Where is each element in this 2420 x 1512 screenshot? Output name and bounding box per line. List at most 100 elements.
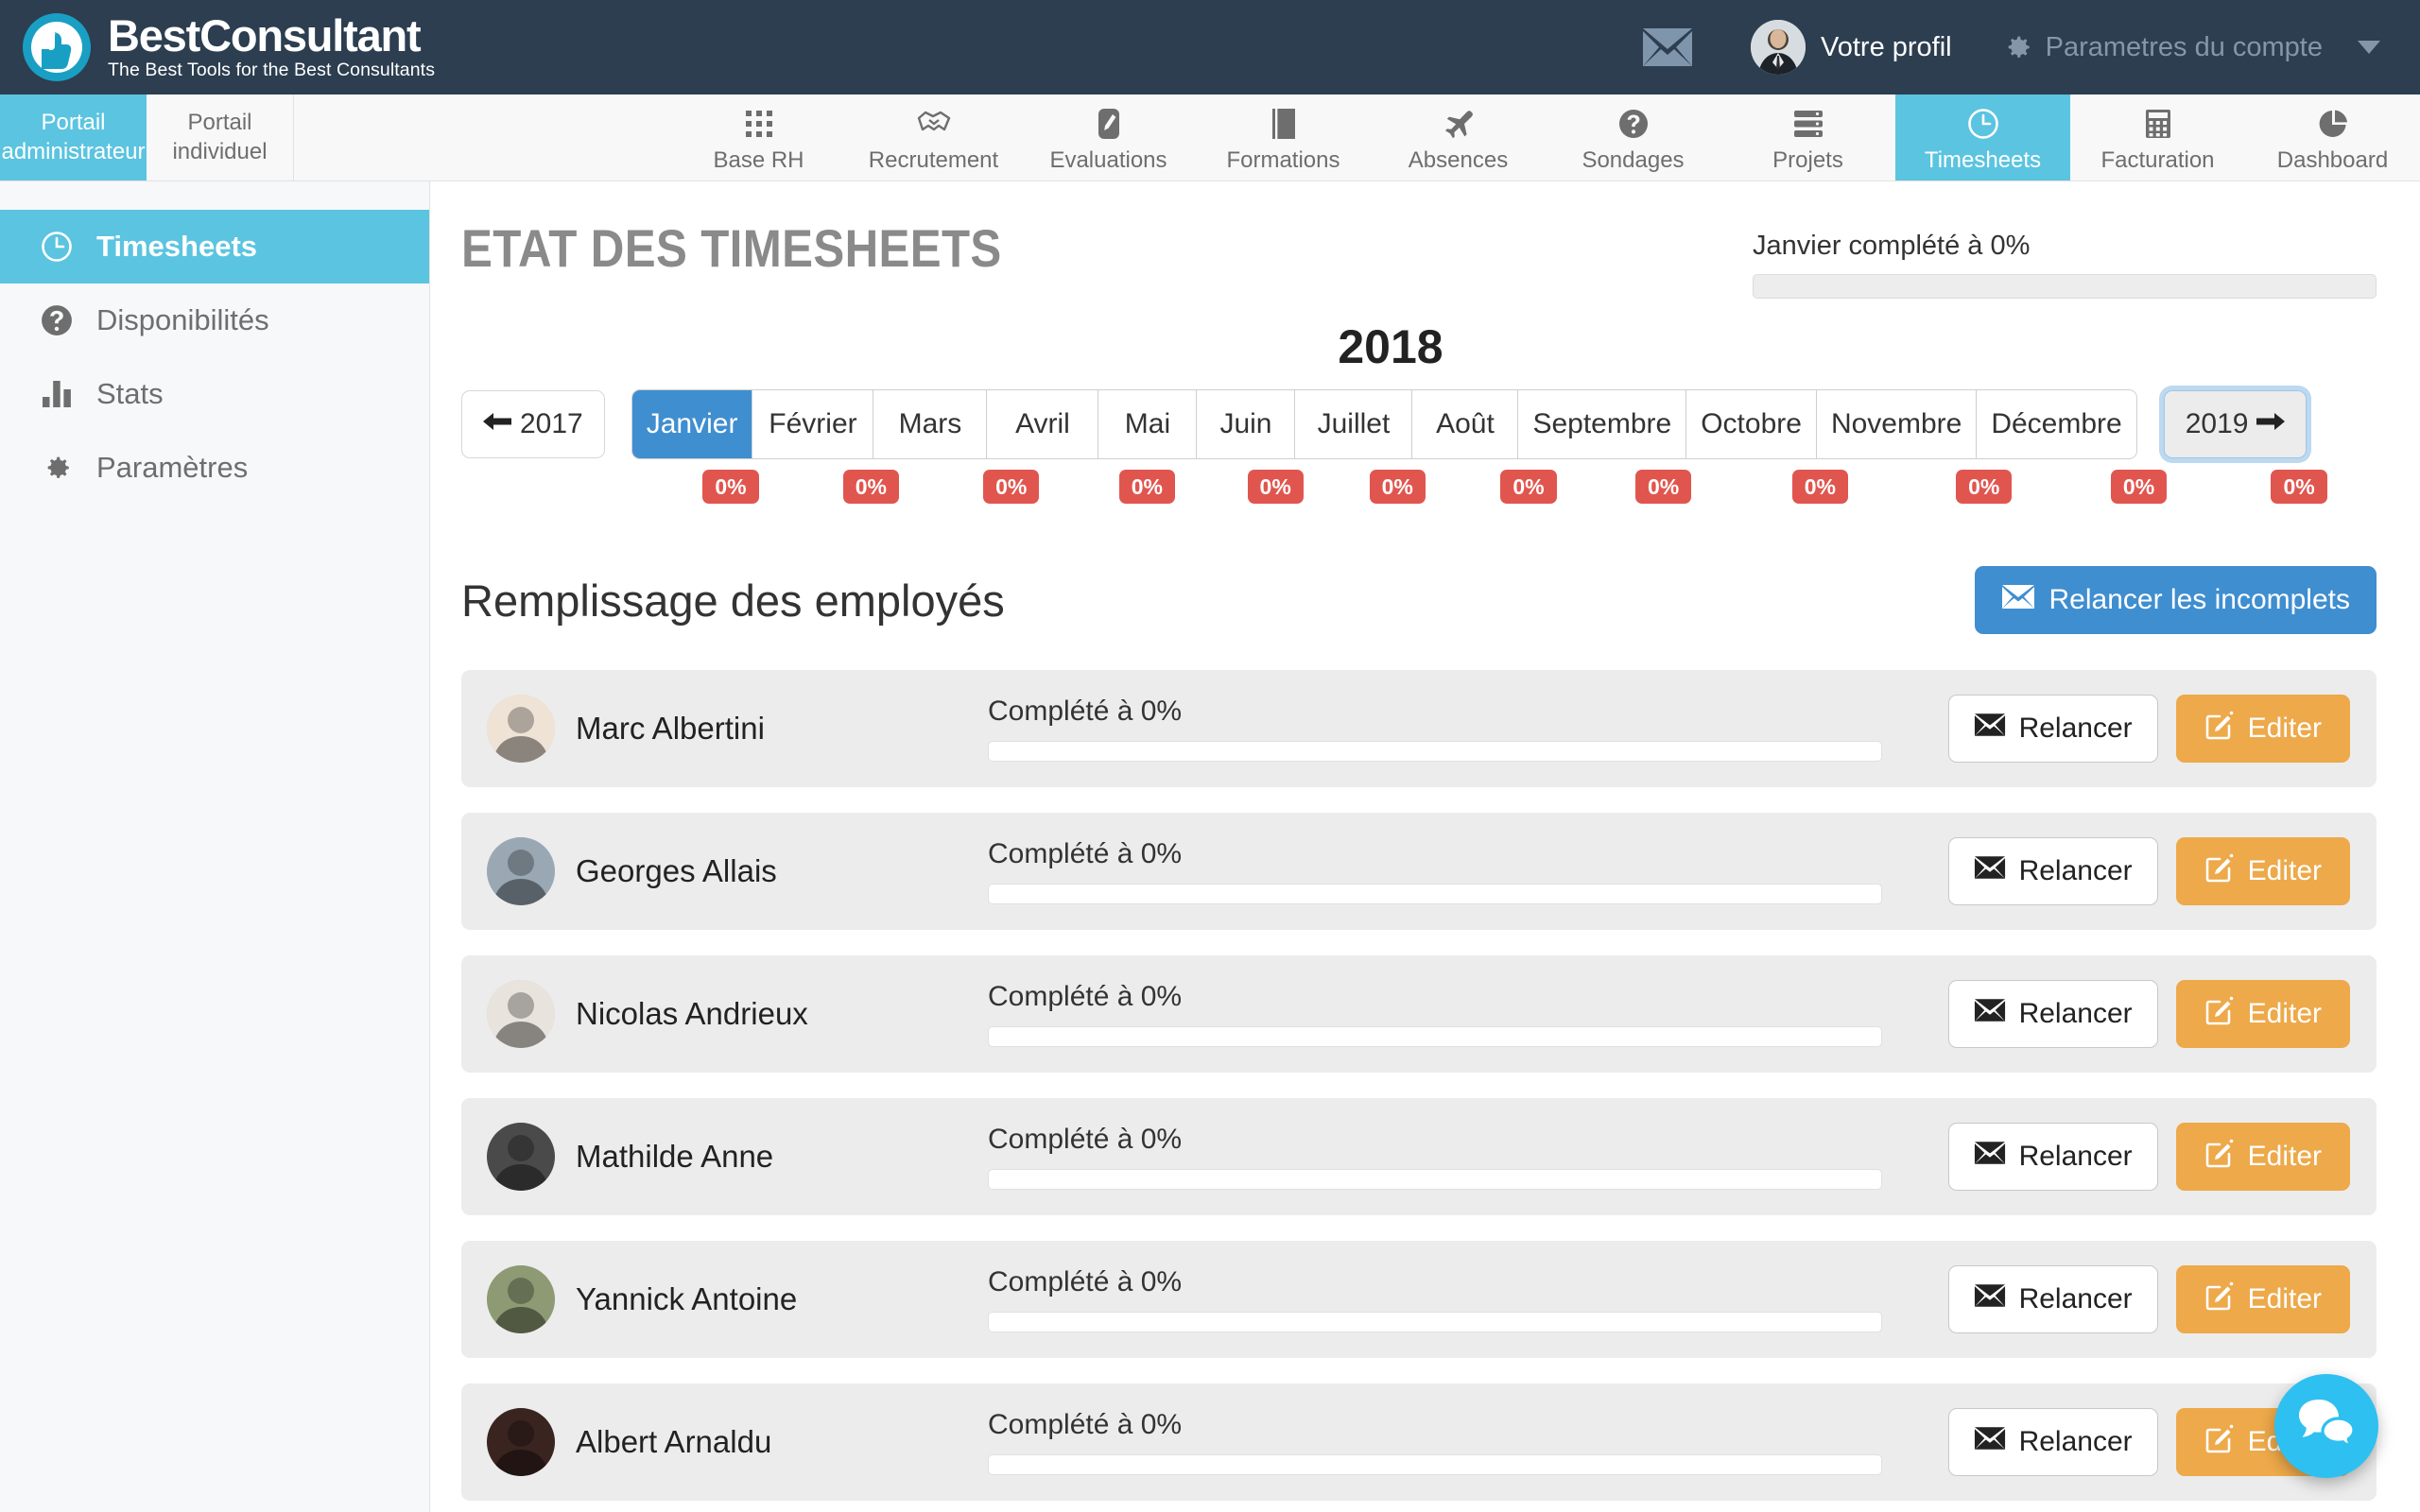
employee-identity: Albert Arnaldu xyxy=(487,1408,988,1477)
relancer-button[interactable]: Relancer xyxy=(1947,695,2158,764)
relancer-label: Relancer xyxy=(2018,998,2133,1030)
profile-button[interactable]: Votre profil xyxy=(1726,20,1977,75)
employee-progressbar xyxy=(988,1169,1882,1191)
employee-actions: Relancer Editer xyxy=(1947,1265,2350,1334)
relancer-button[interactable]: Relancer xyxy=(1947,837,2158,906)
editer-button[interactable]: Editer xyxy=(2175,980,2350,1049)
chat-widget-button[interactable] xyxy=(2274,1374,2378,1478)
edit-pencil-icon xyxy=(2204,1280,2235,1318)
month-button-juin[interactable]: Juin xyxy=(1197,390,1296,458)
editer-label: Editer xyxy=(2247,713,2322,745)
nav-item-projets[interactable]: Projets xyxy=(1720,94,1895,180)
employee-progress-label: Complété à 0% xyxy=(988,1409,1183,1441)
editer-button[interactable]: Editer xyxy=(2175,1123,2350,1192)
relancer-label: Relancer xyxy=(2018,1283,2133,1315)
question-circle-icon xyxy=(1618,107,1649,141)
nav-label: Evaluations xyxy=(1049,147,1167,173)
clock-icon xyxy=(1967,107,1999,141)
employee-progressbar xyxy=(988,1026,1882,1048)
nav-item-base-rh[interactable]: Base RH xyxy=(671,94,846,180)
employee-progress-label: Complété à 0% xyxy=(988,981,1183,1013)
page-title: ETAT DES TIMESHEETS xyxy=(461,218,1002,278)
prev-year-button[interactable]: 2017 xyxy=(461,390,605,458)
editer-button[interactable]: Editer xyxy=(2175,695,2350,764)
relancer-button[interactable]: Relancer xyxy=(1947,1123,2158,1192)
month-button-décembre[interactable]: Décembre xyxy=(1977,390,2136,458)
portal-tab-line2: individuel xyxy=(172,138,268,164)
question-circle-icon xyxy=(40,304,74,336)
gear-icon xyxy=(2001,31,2033,63)
nav-item-sondages[interactable]: Sondages xyxy=(1546,94,1720,180)
month-completion-badge: 0% xyxy=(1118,470,1175,505)
month-completion-badge: 0% xyxy=(2110,470,2168,505)
sidebar-item-timesheets[interactable]: Timesheets xyxy=(0,210,429,284)
sidebar-item-label: Timesheets xyxy=(96,230,258,263)
grid-icon xyxy=(745,107,773,141)
month-completion-badge: 0% xyxy=(1634,470,1692,505)
edit-pencil-icon xyxy=(2204,852,2235,890)
nav-label: Projets xyxy=(1772,147,1843,173)
nav-label: Facturation xyxy=(2100,147,2215,173)
month-button-juillet[interactable]: Juillet xyxy=(1295,390,1413,458)
relancer-button[interactable]: Relancer xyxy=(1947,1408,2158,1477)
messages-button[interactable] xyxy=(1609,26,1726,68)
nav-label: Formations xyxy=(1226,147,1340,173)
sidebar-item-label: Stats xyxy=(96,377,164,410)
month-button-mai[interactable]: Mai xyxy=(1098,390,1198,458)
brand-logo-block[interactable]: BestConsultant The Best Tools for the Be… xyxy=(21,11,435,83)
portal-tab-line1: Portail xyxy=(187,109,252,135)
employee-progress: Complété à 0% xyxy=(988,1266,1948,1333)
employee-name: Marc Albertini xyxy=(576,711,765,747)
sidebar-item-disponibilites[interactable]: Disponibilités xyxy=(0,284,429,357)
nav-item-absences[interactable]: Absences xyxy=(1371,94,1546,180)
month-button-février[interactable]: Février xyxy=(752,390,874,458)
account-settings-menu[interactable]: Parametres du compte xyxy=(1977,31,2384,63)
employee-progress: Complété à 0% xyxy=(988,1409,1948,1476)
relancer-button[interactable]: Relancer xyxy=(1947,980,2158,1049)
book-icon xyxy=(1271,107,1296,141)
month-badge-slot: 0% xyxy=(1599,470,1728,505)
relancer-incomplets-label: Relancer les incomplets xyxy=(2048,584,2350,616)
sidebar-item-stats[interactable]: Stats xyxy=(0,357,429,431)
month-button-octobre[interactable]: Octobre xyxy=(1686,390,1817,458)
edit-pencil-icon xyxy=(2204,995,2235,1033)
portal-tab-individuel[interactable]: Portail individuel xyxy=(147,94,293,180)
arrow-right-icon xyxy=(2256,408,2286,440)
envelope-icon xyxy=(1974,998,2006,1030)
nav-item-dashboard[interactable]: Dashboard xyxy=(2245,94,2420,180)
month-completion-progressbar xyxy=(1753,274,2377,299)
month-badge-slot: 0% xyxy=(1912,470,2056,505)
nav-item-timesheets[interactable]: Timesheets xyxy=(1895,94,2070,180)
editer-button[interactable]: Editer xyxy=(2175,1265,2350,1334)
month-selector-row: 2017 Janvier Février Mars Avril Mai Juin Juill… xyxy=(461,389,2377,459)
month-button-mars[interactable]: Mars xyxy=(873,390,988,458)
portal-tab-administrateur[interactable]: Portail administrateur xyxy=(0,94,147,180)
month-completion-badge: 0% xyxy=(1369,470,1426,505)
relancer-incomplets-button[interactable]: Relancer les incomplets xyxy=(1974,566,2377,635)
employee-progress-label: Complété à 0% xyxy=(988,696,1183,728)
relancer-button[interactable]: Relancer xyxy=(1947,1265,2158,1334)
nav-item-formations[interactable]: Formations xyxy=(1196,94,1371,180)
month-button-avril[interactable]: Avril xyxy=(987,390,1099,458)
relancer-label: Relancer xyxy=(2018,855,2133,887)
sidebar-item-parametres[interactable]: Paramètres xyxy=(0,431,429,505)
nav-item-evaluations[interactable]: Evaluations xyxy=(1021,94,1196,180)
month-button-août[interactable]: Août xyxy=(1412,390,1519,458)
next-year-button[interactable]: 2019 xyxy=(2163,390,2308,458)
month-button-novembre[interactable]: Novembre xyxy=(1816,390,1978,458)
employee-row: Yannick Antoine Complété à 0% Relancer Edit… xyxy=(461,1241,2377,1359)
avatar xyxy=(487,1123,555,1192)
employee-list: Marc Albertini Complété à 0% Relancer Edite… xyxy=(461,670,2377,1502)
nav-item-recrutement[interactable]: Recrutement xyxy=(846,94,1021,180)
editer-button[interactable]: Editer xyxy=(2175,837,2350,906)
nav-item-facturation[interactable]: Facturation xyxy=(2070,94,2245,180)
month-badge-slot: 0% xyxy=(799,470,942,505)
main-content: ETAT DES TIMESHEETS Janvier complété à 0… xyxy=(430,181,2420,1512)
month-completion-badge: 0% xyxy=(1500,470,1557,505)
month-button-janvier[interactable]: Janvier xyxy=(631,390,753,458)
nav-label: Base RH xyxy=(713,147,804,173)
month-completion-badge: 0% xyxy=(983,470,1040,505)
month-button-septembre[interactable]: Septembre xyxy=(1518,390,1687,458)
month-badge-slot: 0% xyxy=(1728,470,1912,505)
nav-label: Absences xyxy=(1408,147,1509,173)
